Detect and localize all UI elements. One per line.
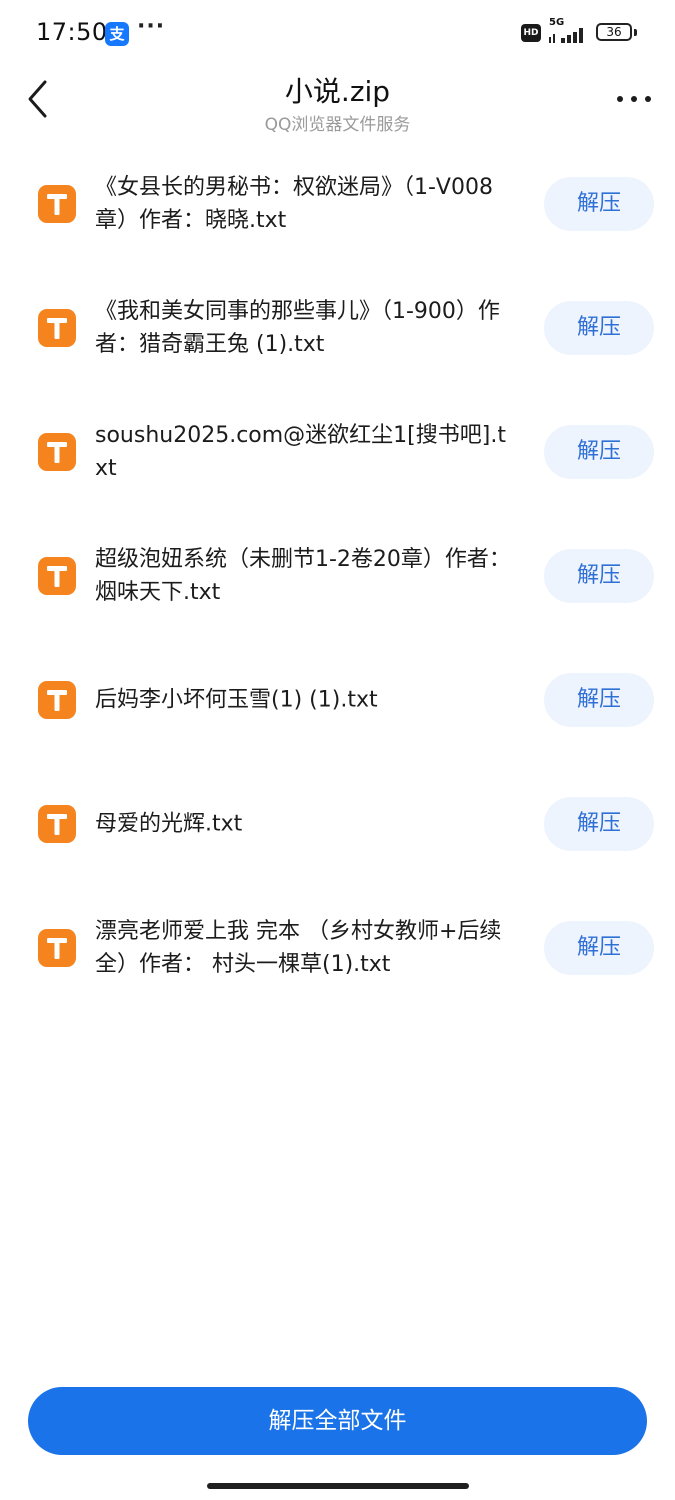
status-time: 17:50	[36, 18, 108, 46]
page-subtitle: QQ浏览器文件服务	[264, 115, 411, 135]
battery-icon: 36	[596, 23, 632, 41]
extract-all-button[interactable]: 解压全部文件	[28, 1387, 647, 1455]
file-row: soushu2025.com@迷欲红尘1[搜书吧].txt 解压	[0, 390, 675, 514]
file-name: 超级泡妞系统（未删节1-2卷20章）作者：烟味天下.txt	[95, 547, 511, 605]
file-name: soushu2025.com@迷欲红尘1[搜书吧].txt	[95, 423, 506, 481]
battery-cap	[634, 29, 637, 36]
file-row: 《女县长的男秘书：权欲迷局》（1-V008章）作者：晓晓.txt 解压	[0, 142, 675, 266]
txt-file-icon	[38, 433, 76, 471]
extract-button[interactable]: 解压	[544, 673, 654, 727]
more-dots-icon	[617, 96, 651, 102]
cell-signal-icon	[549, 28, 583, 43]
extract-button[interactable]: 解压	[544, 301, 654, 355]
home-indicator[interactable]	[207, 1483, 469, 1489]
extract-button[interactable]: 解压	[544, 425, 654, 479]
txt-file-icon	[38, 681, 76, 719]
file-name: 《女县长的男秘书：权欲迷局》（1-V008章）作者：晓晓.txt	[95, 175, 493, 233]
alipay-notification-icon: 支	[105, 22, 129, 46]
txt-file-icon	[38, 557, 76, 595]
file-name: 《我和美女同事的那些事儿》（1-900）作者：猎奇霸王兔 (1).txt	[95, 299, 500, 357]
hd-voice-icon: HD	[521, 24, 541, 42]
extract-button[interactable]: 解压	[544, 921, 654, 975]
file-name: 母爱的光辉.txt	[95, 811, 243, 837]
file-row: 母爱的光辉.txt 解压	[0, 762, 675, 886]
file-row: 后妈李小坏何玉雪(1) (1).txt 解压	[0, 638, 675, 762]
more-options-button[interactable]	[612, 84, 656, 114]
more-notifications-icon: ···	[137, 14, 166, 39]
txt-file-icon	[38, 309, 76, 347]
file-list: 《女县长的男秘书：权欲迷局》（1-V008章）作者：晓晓.txt 解压 《我和美…	[0, 142, 675, 1010]
status-bar: 17:50 支 ··· HD 5G 36	[0, 0, 675, 68]
file-name: 漂亮老师爱上我 完本 （乡村女教师+后续全）作者： 村头一棵草(1).txt	[95, 919, 502, 977]
extract-button[interactable]: 解压	[544, 177, 654, 231]
file-row: 《我和美女同事的那些事儿》（1-900）作者：猎奇霸王兔 (1).txt 解压	[0, 266, 675, 390]
extract-button[interactable]: 解压	[544, 797, 654, 851]
extract-button[interactable]: 解压	[544, 549, 654, 603]
file-row: 漂亮老师爱上我 完本 （乡村女教师+后续全）作者： 村头一棵草(1).txt 解…	[0, 886, 675, 1010]
page-title: 小说.zip	[284, 75, 391, 108]
file-name: 后妈李小坏何玉雪(1) (1).txt	[95, 687, 378, 713]
file-row: 超级泡妞系统（未删节1-2卷20章）作者：烟味天下.txt 解压	[0, 514, 675, 638]
txt-file-icon	[38, 929, 76, 967]
txt-file-icon	[38, 185, 76, 223]
txt-file-icon	[38, 805, 76, 843]
